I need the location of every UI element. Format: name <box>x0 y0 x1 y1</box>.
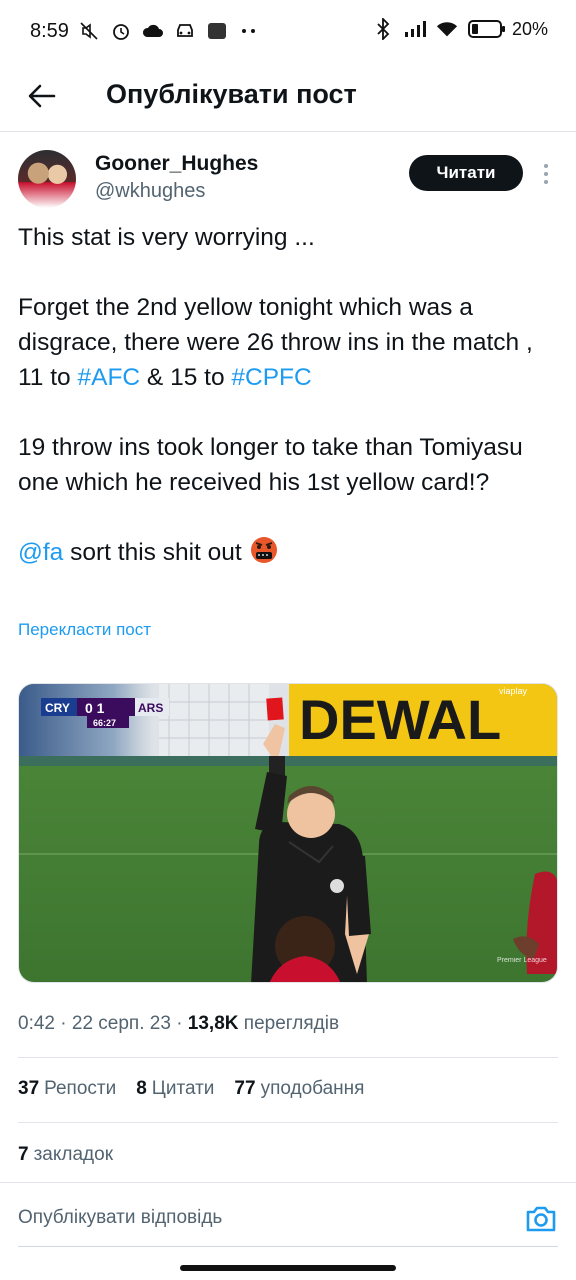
bluetooth-icon <box>372 18 394 40</box>
tweet-line: This stat is very worrying ... <box>18 224 315 251</box>
wifi-icon <box>436 18 458 40</box>
advert-banner: DEWAL <box>299 688 501 751</box>
engagement-stats: 37 Репости 8 Цитати 77 уподобання <box>18 1078 364 1100</box>
signal-icon <box>404 18 426 40</box>
views-count: 13,8K <box>187 1013 239 1034</box>
divider <box>18 1122 558 1123</box>
reposts-stat[interactable]: 37 Репости <box>18 1078 116 1100</box>
tweet-paragraph: Forget the 2nd yellow tonight which was … <box>18 294 533 391</box>
scoreboard-score: 0 1 <box>85 700 105 716</box>
home-indicator[interactable] <box>180 1265 396 1271</box>
hashtag-link-cpfc[interactable]: #CPFC <box>231 364 311 391</box>
cloud-icon <box>142 20 164 42</box>
status-notification-icons <box>78 20 260 42</box>
avatar[interactable] <box>18 150 76 208</box>
battery-icon <box>467 20 505 38</box>
post-date: 22 серп. 23 <box>71 1013 171 1034</box>
author-name[interactable]: Gooner_Hughes <box>95 152 258 176</box>
views-label[interactable]: переглядів <box>244 1013 339 1034</box>
divider <box>0 1182 576 1183</box>
alarm-icon <box>110 20 132 42</box>
tweet-image[interactable]: DEWAL viaplay CRY 0 1 ARS 66:27 Premier … <box>18 683 558 983</box>
post-time: 0:42 <box>18 1013 55 1034</box>
broadcaster-watermark: viaplay <box>499 686 528 696</box>
camera-button[interactable] <box>524 1204 558 1236</box>
scoreboard-home: CRY <box>45 701 70 715</box>
car-icon <box>174 20 196 42</box>
camera-icon <box>526 1206 556 1232</box>
quotes-stat[interactable]: 8 Цитати <box>136 1078 214 1100</box>
bookmarks-stat[interactable]: 7 закладок <box>18 1144 113 1166</box>
likes-stat[interactable]: 77 уподобання <box>234 1078 364 1100</box>
tweet-text: This stat is very worrying ... Forget th… <box>18 220 558 570</box>
scoreboard-clock: 66:27 <box>93 718 116 728</box>
league-watermark: Premier League <box>497 957 547 964</box>
reply-input[interactable]: Опублікувати відповідь <box>18 1207 222 1229</box>
status-bar: 8:59 20% <box>0 0 576 64</box>
follow-button[interactable]: Читати <box>409 155 523 191</box>
match-photo: DEWAL viaplay CRY 0 1 ARS 66:27 Premier … <box>19 684 557 982</box>
app-icon <box>206 20 228 42</box>
hashtag-link-afc[interactable]: #AFC <box>77 364 140 391</box>
status-system-icons: 20% <box>372 18 548 40</box>
post-meta: 0:42 · 22 серп. 23 · 13,8K переглядів <box>18 1013 340 1034</box>
vertical-dots-icon <box>544 164 548 168</box>
battery-percent: 20% <box>511 18 548 39</box>
reply-underline <box>18 1246 558 1247</box>
mention-link[interactable]: @fa <box>18 539 63 566</box>
back-button[interactable] <box>22 76 62 116</box>
tweet-paragraph: 19 throw ins took longer to take than To… <box>18 434 523 496</box>
page-title: Опублікувати пост <box>106 79 357 109</box>
mute-icon <box>78 20 100 42</box>
author-handle[interactable]: @wkhughes <box>95 180 205 203</box>
status-time: 8:59 <box>30 20 69 42</box>
arrow-left-icon <box>28 84 56 108</box>
more-dots-icon <box>238 20 260 42</box>
more-options-button[interactable] <box>534 160 558 188</box>
scoreboard-away: ARS <box>138 701 163 715</box>
app-header: Опублікувати пост <box>0 64 576 130</box>
divider <box>18 1057 558 1058</box>
swearing-face-emoji-icon <box>249 535 279 565</box>
tweet-paragraph: @fa sort this shit out <box>18 535 558 570</box>
translate-post-link[interactable]: Перекласти пост <box>18 620 151 640</box>
header-divider <box>0 131 576 132</box>
